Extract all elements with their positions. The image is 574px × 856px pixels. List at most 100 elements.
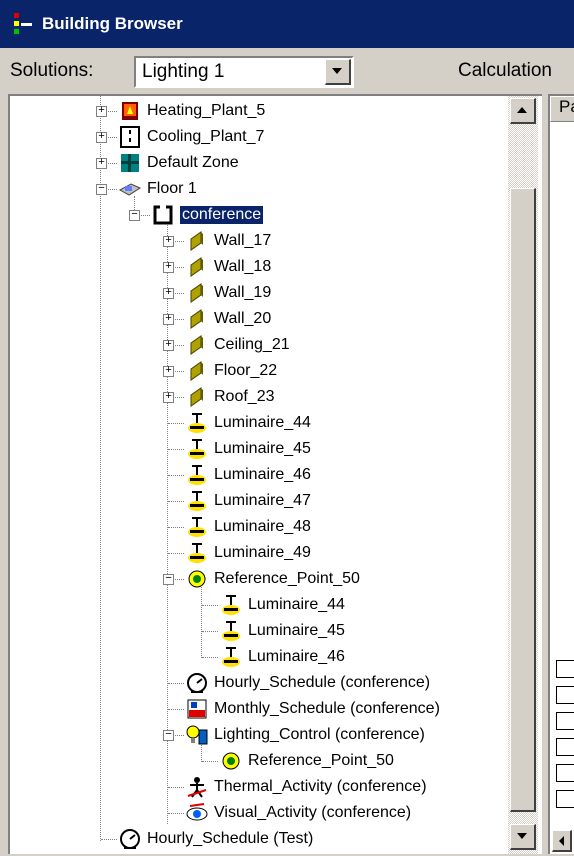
- vertical-scrollbar[interactable]: [508, 96, 538, 854]
- tree-node-cooling-plant-7[interactable]: Cooling_Plant_7: [119, 124, 264, 150]
- solutions-dropdown[interactable]: Lighting 1: [134, 56, 354, 88]
- expand-toggle[interactable]: +: [163, 340, 174, 351]
- expand-toggle[interactable]: +: [163, 314, 174, 325]
- wall-icon: [186, 386, 208, 408]
- thermal-activity-icon: [186, 776, 208, 798]
- tree-connector-line: [168, 787, 184, 788]
- luminaire-icon: [186, 438, 208, 460]
- tree-node-thermal-activity-conference[interactable]: Thermal_Activity (conference): [186, 774, 427, 800]
- collapse-toggle[interactable]: −: [163, 730, 174, 741]
- tree-node-luminaire-48[interactable]: Luminaire_48: [186, 514, 311, 540]
- tree-node-monthly-schedule-conference[interactable]: Monthly_Schedule (conference): [186, 696, 440, 722]
- tree-node-conference[interactable]: conference: [152, 202, 265, 228]
- tree-node-label: Luminaire_49: [214, 544, 311, 561]
- scroll-down-button[interactable]: [510, 824, 536, 850]
- heating-plant-icon: [119, 100, 141, 122]
- tree-node-wall-18[interactable]: Wall_18: [186, 254, 271, 280]
- collapse-toggle[interactable]: −: [96, 184, 107, 195]
- wall-icon: [186, 308, 208, 330]
- collapse-toggle[interactable]: −: [129, 210, 140, 221]
- tree-node-luminaire-49[interactable]: Luminaire_49: [186, 540, 311, 566]
- tree-node-floor-1[interactable]: Floor 1: [118, 176, 197, 202]
- arrow-up-icon: [517, 107, 527, 113]
- wall-icon: [186, 360, 208, 382]
- tree-connector-line: [168, 501, 184, 502]
- properties-column-header[interactable]: Pa: [550, 96, 574, 122]
- tree-node-default-zone[interactable]: Default Zone: [119, 150, 239, 176]
- title-bar: Building Browser: [0, 0, 574, 48]
- tree-node-label: Visual_Activity (conference): [214, 804, 412, 821]
- tree-node-label: Luminaire_45: [214, 440, 311, 457]
- tree-node-ceiling-21[interactable]: Ceiling_21: [186, 332, 290, 358]
- tree-node-lighting-control-conference[interactable]: Lighting_Control (conference): [186, 722, 425, 748]
- visual-activity-icon: [186, 802, 208, 824]
- tree-node-luminaire-44[interactable]: Luminaire_44: [186, 410, 311, 436]
- scroll-left-button[interactable]: [552, 830, 572, 852]
- property-checkbox[interactable]: [556, 686, 574, 704]
- dropdown-button[interactable]: [325, 59, 351, 85]
- expand-toggle[interactable]: +: [163, 366, 174, 377]
- tree-node-label: conference: [178, 205, 265, 225]
- property-checkbox[interactable]: [556, 764, 574, 782]
- tree-node-visual-activity-conference[interactable]: Visual_Activity (conference): [186, 800, 411, 826]
- building-app-icon: [12, 11, 34, 37]
- wall-icon: [186, 334, 208, 356]
- tree-node-label: Luminaire_48: [214, 518, 311, 535]
- property-checkbox[interactable]: [556, 660, 574, 678]
- tree-node-wall-17[interactable]: Wall_17: [186, 228, 271, 254]
- tree-node-label: Heating_Plant_5: [147, 102, 266, 119]
- expand-toggle[interactable]: +: [163, 392, 174, 403]
- property-checkbox[interactable]: [556, 790, 574, 808]
- scroll-up-button[interactable]: [510, 98, 536, 124]
- tree-connector-line: [168, 527, 184, 528]
- calculation-label: Calculation: [458, 60, 552, 81]
- expand-toggle[interactable]: +: [96, 158, 107, 169]
- tree-node-hourly-schedule-test[interactable]: Hourly_Schedule (Test): [119, 826, 313, 852]
- tree-node-hourly-schedule-conference[interactable]: Hourly_Schedule (conference): [186, 670, 430, 696]
- luminaire-icon: [186, 542, 208, 564]
- tree-node-label: Ceiling_21: [214, 336, 290, 353]
- tree-node-luminaire-45[interactable]: Luminaire_45: [220, 618, 345, 644]
- tree-node-label: Luminaire_44: [248, 596, 345, 613]
- zone-icon: [119, 152, 141, 174]
- tree-node-label: Hourly_Schedule (Test): [147, 830, 314, 847]
- chevron-down-icon: [332, 68, 342, 74]
- tree-node-reference-point-50[interactable]: Reference_Point_50: [186, 566, 360, 592]
- tree-node-luminaire-45[interactable]: Luminaire_45: [186, 436, 311, 462]
- tree-node-label: Luminaire_46: [248, 648, 345, 665]
- expand-toggle[interactable]: +: [96, 106, 107, 117]
- luminaire-icon: [220, 594, 242, 616]
- collapse-toggle[interactable]: −: [163, 574, 174, 585]
- tree-node-label: Roof_23: [214, 388, 275, 405]
- tree-connector-line: [202, 657, 218, 658]
- tree-node-luminaire-44[interactable]: Luminaire_44: [220, 592, 345, 618]
- expand-toggle[interactable]: +: [163, 236, 174, 247]
- tree-node-wall-19[interactable]: Wall_19: [186, 280, 271, 306]
- tree-node-floor-22[interactable]: Floor_22: [186, 358, 277, 384]
- calendar-icon: [186, 698, 208, 720]
- luminaire-icon: [186, 516, 208, 538]
- room-icon: [152, 204, 174, 226]
- property-checkbox[interactable]: [556, 712, 574, 730]
- tree-node-luminaire-46[interactable]: Luminaire_46: [186, 462, 311, 488]
- tree-node-luminaire-46[interactable]: Luminaire_46: [220, 644, 345, 670]
- tree-node-label: Hourly_Schedule (conference): [214, 674, 431, 691]
- tree-node-reference-point-50[interactable]: Reference_Point_50: [220, 748, 394, 774]
- expand-toggle[interactable]: +: [163, 262, 174, 273]
- tree-node-label: Thermal_Activity (conference): [214, 778, 427, 795]
- tree-node-wall-20[interactable]: Wall_20: [186, 306, 271, 332]
- building-tree[interactable]: + Heating_Plant_5 + Cooling_Plant_7 + Default…: [8, 94, 542, 854]
- expand-toggle[interactable]: +: [96, 132, 107, 143]
- tree-node-heating-plant-5[interactable]: Heating_Plant_5: [119, 98, 265, 124]
- tree-node-luminaire-47[interactable]: Luminaire_47: [186, 488, 311, 514]
- property-checkbox[interactable]: [556, 738, 574, 756]
- scrollbar-thumb[interactable]: [510, 188, 536, 812]
- solutions-label: Solutions:: [10, 60, 94, 81]
- expand-toggle[interactable]: +: [163, 288, 174, 299]
- tree-connector-line: [100, 96, 101, 841]
- tree-node-label: Cooling_Plant_7: [147, 128, 265, 145]
- tree-node-roof-23[interactable]: Roof_23: [186, 384, 275, 410]
- solutions-dropdown-value: Lighting 1: [142, 61, 225, 82]
- tree-node-label: Monthly_Schedule (conference): [214, 700, 440, 717]
- tree-connector-line: [202, 631, 218, 632]
